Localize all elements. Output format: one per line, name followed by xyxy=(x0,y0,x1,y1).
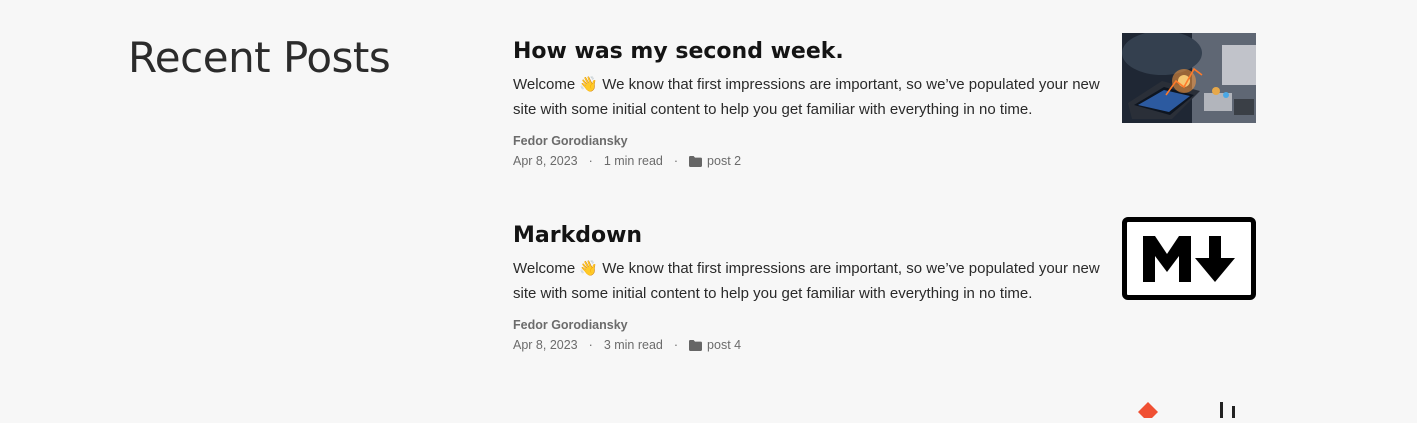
folder-icon xyxy=(689,155,703,167)
post-date: Apr 8, 2023 xyxy=(513,154,578,168)
post-excerpt: Welcome 👋 We know that first impressions… xyxy=(513,76,1100,118)
meta-separator: · xyxy=(588,154,593,168)
section-title: Recent Posts xyxy=(128,33,391,82)
meta-separator: · xyxy=(673,338,679,352)
post-meta: Apr 8, 2023 · 1 min read · post 2 xyxy=(513,154,1256,168)
post-date: Apr 8, 2023 xyxy=(513,338,578,352)
post-thumbnail[interactable] xyxy=(1122,33,1256,123)
next-post-thumbnail[interactable] xyxy=(1122,398,1256,422)
post-category[interactable]: post 4 xyxy=(707,338,741,352)
post-excerpt: Welcome 👋 We know that first impressions… xyxy=(513,260,1100,302)
post-category[interactable]: post 2 xyxy=(707,154,741,168)
post-card: Markdown Welcome 👋 We know that first im… xyxy=(513,217,1256,352)
post-thumbnail[interactable] xyxy=(1122,217,1256,300)
meta-separator: · xyxy=(673,154,679,168)
folder-icon xyxy=(689,339,703,351)
post-author[interactable]: Fedor Gorodiansky xyxy=(513,134,1256,148)
post-card: How was my second week. Welcome 👋 We kno… xyxy=(513,33,1256,168)
post-read-time: 1 min read xyxy=(603,154,663,168)
post-meta: Apr 8, 2023 · 3 min read · post 4 xyxy=(513,338,1256,352)
post-author[interactable]: Fedor Gorodiansky xyxy=(513,318,1256,332)
tablet-analytics-image xyxy=(1122,33,1256,123)
post-read-time: 3 min read xyxy=(603,338,663,352)
git-logo-icon xyxy=(1138,402,1235,422)
meta-separator: · xyxy=(588,338,593,352)
markdown-logo-image xyxy=(1143,235,1235,282)
